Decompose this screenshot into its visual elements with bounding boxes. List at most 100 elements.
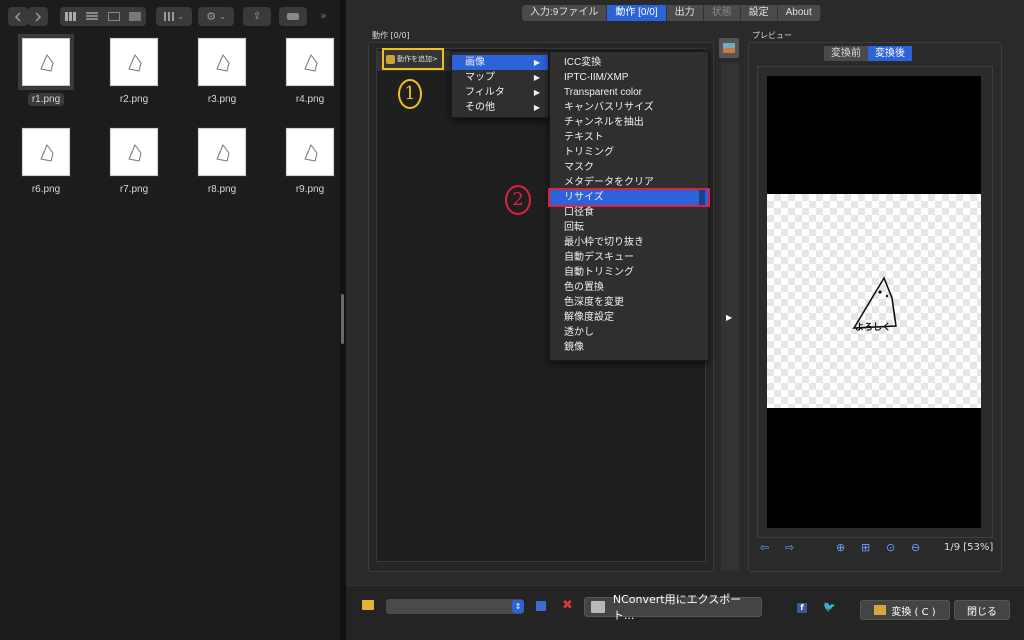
file-item[interactable]: r9.png — [274, 128, 346, 212]
fit-to-window-icon[interactable]: ⊞ — [861, 541, 870, 554]
submenu-arrow-icon: ▶ — [533, 58, 540, 67]
view-mode-group[interactable] — [60, 7, 146, 26]
facebook-icon[interactable]: f — [797, 603, 807, 613]
tab-4[interactable]: 設定 — [740, 5, 778, 21]
save-icon[interactable] — [536, 601, 546, 611]
preset-select[interactable] — [386, 599, 524, 614]
submenu-item[interactable]: 鏡像 — [550, 340, 708, 355]
file-name-label: r4.png — [295, 94, 325, 105]
submenu-item[interactable]: Transparent color — [550, 85, 708, 100]
image-thumbnail-icon — [216, 144, 230, 162]
next-icon[interactable]: ⇨ — [785, 541, 794, 554]
submenu-item[interactable]: キャンバスリサイズ — [550, 100, 708, 115]
image-icon — [723, 43, 735, 53]
toolbar-overflow-button[interactable]: » — [320, 9, 327, 22]
file-name-label: r2.png — [119, 94, 149, 105]
menu-item[interactable]: 画像 ▶ — [452, 55, 548, 70]
menu-item[interactable]: フィルタ ▶ — [452, 85, 548, 100]
submenu-item[interactable]: 自動デスキュー — [550, 250, 708, 265]
file-name-label: r1.png — [27, 93, 65, 106]
image-thumbnail-icon — [304, 54, 318, 72]
share-button[interactable]: ⇪ — [243, 7, 271, 26]
submenu-item-label: 透かし — [564, 327, 594, 338]
tag-button[interactable] — [279, 7, 307, 26]
share-icon: ⇪ — [252, 11, 262, 22]
finder-window: ⌄ ⚙ ⌄ ⇪ » r1.png r2.png r3.png r4.png r6.png… — [0, 0, 340, 640]
icon-view-icon[interactable] — [64, 12, 77, 21]
submenu-item[interactable]: IPTC-IIM/XMP — [550, 70, 708, 85]
before-segment[interactable]: 変換前 — [824, 46, 868, 61]
file-thumbnail — [22, 38, 70, 86]
forward-button[interactable] — [28, 7, 48, 26]
file-name: r2.png — [98, 94, 170, 105]
after-segment[interactable]: 変換後 — [868, 46, 912, 61]
submenu-item[interactable]: チャンネルを抽出 — [550, 115, 708, 130]
submenu-item-label: 口径食 — [564, 207, 594, 218]
submenu-item[interactable]: 最小枠で切り抜き — [550, 235, 708, 250]
menu-item[interactable]: その他 ▶ — [452, 100, 548, 115]
menu-item-label: マップ — [465, 72, 495, 83]
submenu-item[interactable]: 回転 — [550, 220, 708, 235]
column-view-icon[interactable] — [107, 12, 120, 21]
group-by-button[interactable]: ⌄ — [156, 7, 192, 26]
file-item[interactable]: r8.png — [186, 128, 258, 212]
convert-button[interactable]: 変換 ( C ) — [860, 600, 950, 620]
image-thumbnail-icon — [40, 54, 54, 72]
twitter-icon[interactable]: 🐦 — [823, 602, 835, 613]
submenu-item-label: 色の置換 — [564, 282, 604, 293]
play-arrow-icon[interactable]: ▶ — [726, 313, 732, 322]
submenu-item[interactable]: 色の置換 — [550, 280, 708, 295]
file-item[interactable]: r3.png — [186, 38, 258, 122]
tab-3: 状態 — [703, 5, 741, 21]
file-item[interactable]: r7.png — [98, 128, 170, 212]
submenu-item[interactable]: 自動トリミング — [550, 265, 708, 280]
file-thumbnail — [286, 38, 334, 86]
zoom-actual-icon[interactable]: ⊙ — [886, 541, 895, 554]
submenu-item[interactable]: メタデータをクリア — [550, 175, 708, 190]
close-button[interactable]: 閉じる — [954, 600, 1010, 620]
file-item[interactable]: r6.png — [10, 128, 82, 212]
submenu-item[interactable]: マスク — [550, 160, 708, 175]
list-view-icon[interactable] — [86, 12, 99, 21]
preview-image-caption: よろしく — [855, 323, 892, 333]
previous-icon[interactable]: ⇦ — [760, 541, 769, 554]
submenu-item-label: リサイズ — [564, 192, 604, 203]
file-item[interactable]: r4.png — [274, 38, 346, 122]
file-item[interactable]: r1.png — [10, 38, 82, 122]
submenu-item[interactable]: 口径食 — [550, 205, 708, 220]
zoom-in-icon[interactable]: ⊕ — [836, 541, 845, 554]
pane-divider-handle[interactable] — [341, 294, 344, 344]
folder-icon[interactable] — [362, 600, 374, 610]
submenu-item-resize[interactable]: リサイズ — [548, 188, 710, 207]
submenu-item[interactable]: 透かし — [550, 325, 708, 340]
submenu-item[interactable]: テキスト — [550, 130, 708, 145]
submenu-item[interactable]: ICC変換 — [550, 55, 708, 70]
preview-toggle-button[interactable] — [719, 38, 739, 58]
gallery-view-icon[interactable] — [129, 12, 142, 21]
export-nconvert-button[interactable]: NConvert用にエクスポート... — [584, 593, 762, 622]
add-action-button[interactable]: 動作を追加> — [382, 48, 444, 70]
chevron-down-icon: ⌄ — [219, 12, 226, 21]
tab-0[interactable]: 入力:9ファイル — [522, 5, 608, 21]
file-name-label: r8.png — [207, 184, 237, 195]
submenu-item[interactable]: 色深度を変更 — [550, 295, 708, 310]
file-item[interactable]: r2.png — [98, 38, 170, 122]
back-button[interactable] — [8, 7, 28, 26]
tab-5[interactable]: About — [777, 5, 821, 21]
zoom-out-icon[interactable]: ⊖ — [911, 541, 920, 554]
delete-icon[interactable]: ✖ — [562, 598, 573, 613]
grid-icon — [164, 12, 175, 21]
submenu-item[interactable]: トリミング — [550, 145, 708, 160]
action-menu-button[interactable]: ⚙ ⌄ — [198, 7, 234, 26]
submenu-item-label: メタデータをクリア — [564, 177, 654, 188]
file-name-label: r9.png — [295, 184, 325, 195]
chevron-updown-icon[interactable]: ⇕ — [512, 600, 524, 613]
export-label: NConvert用にエクスポート... — [612, 593, 742, 622]
gear-icon: ⚙ — [206, 10, 217, 23]
tab-2[interactable]: 出力 — [666, 5, 704, 21]
tab-1[interactable]: 動作 [0/0] — [607, 5, 667, 21]
file-thumbnail — [22, 128, 70, 176]
menu-item[interactable]: マップ ▶ — [452, 70, 548, 85]
action-group-title: 動作 [0/0] — [372, 31, 410, 40]
submenu-item[interactable]: 解像度設定 — [550, 310, 708, 325]
